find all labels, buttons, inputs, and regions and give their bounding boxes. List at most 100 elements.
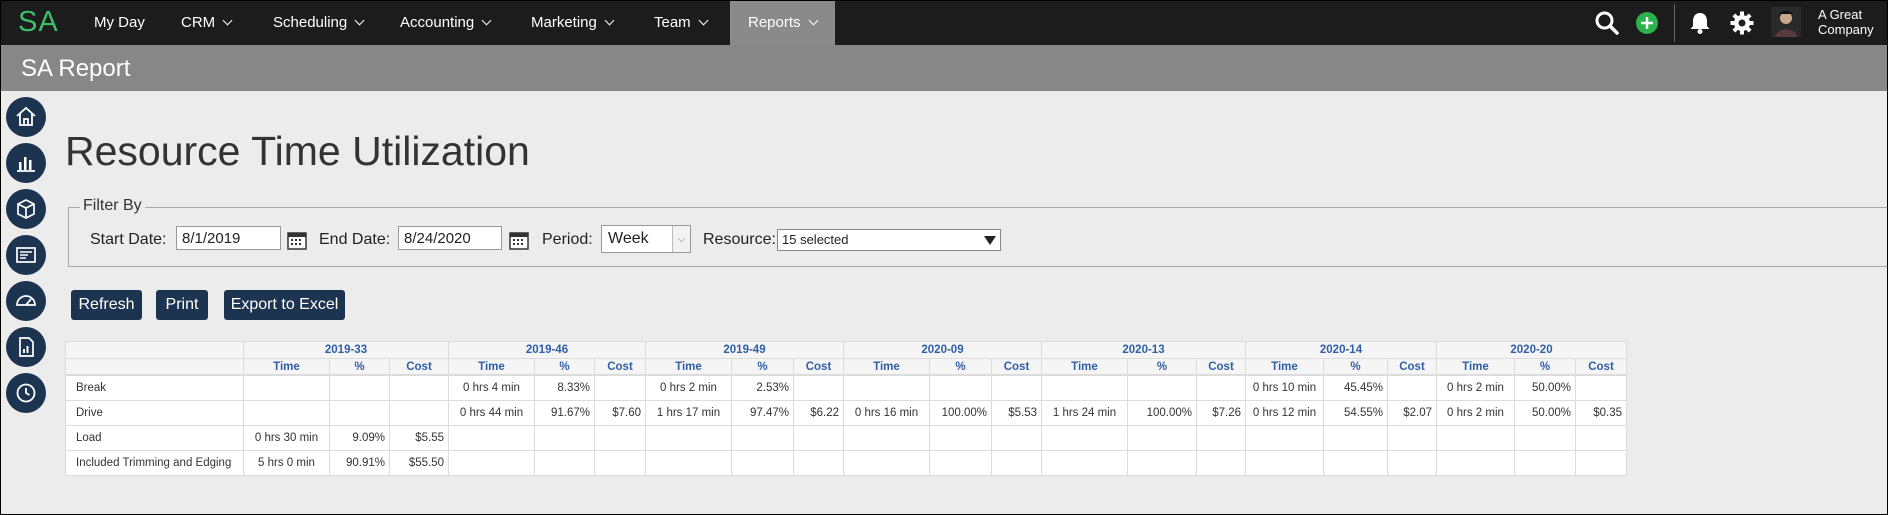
- column-header-cost: Cost: [1387, 358, 1437, 376]
- cost-cell: $55.50: [389, 450, 449, 476]
- period-header: 2019-46: [448, 341, 646, 359]
- nav-divider: [1674, 4, 1675, 42]
- nav-label: Marketing: [531, 14, 597, 31]
- rail-dashboard[interactable]: [6, 281, 46, 321]
- start-date-input[interactable]: [176, 226, 281, 250]
- utilization-table: 2019-33 2019-46 2019-49 2020-09 2020-13 …: [65, 341, 1627, 476]
- company-name[interactable]: A Great Company: [1818, 7, 1874, 37]
- nav-label: My Day: [94, 14, 145, 31]
- export-excel-button[interactable]: Export to Excel: [224, 290, 345, 320]
- time-cell: 0 hrs 4 min: [448, 374, 535, 401]
- chevron-down-icon: [808, 15, 818, 26]
- nav-label: Scheduling: [273, 14, 348, 31]
- cost-cell: $5.53: [991, 400, 1042, 426]
- end-date-input[interactable]: [398, 226, 502, 250]
- pct-cell: [1323, 425, 1388, 451]
- time-cell: 1 hrs 17 min: [645, 400, 732, 426]
- report-header-bar: [0, 45, 1888, 91]
- column-header-cost: Cost: [389, 358, 449, 376]
- home-icon: [16, 106, 36, 126]
- pct-cell: [1127, 425, 1197, 451]
- nav-marketing[interactable]: Marketing: [531, 0, 615, 45]
- calendar-icon[interactable]: [287, 230, 307, 250]
- rail-time[interactable]: [6, 373, 46, 413]
- cost-cell: [1196, 425, 1246, 451]
- time-cell: [843, 425, 930, 451]
- time-cell: [645, 425, 732, 451]
- column-header-pct: %: [929, 358, 992, 376]
- time-cell: 0 hrs 12 min: [1245, 400, 1324, 426]
- rail-inventory[interactable]: [6, 189, 46, 229]
- period-header: 2020-20: [1436, 341, 1627, 359]
- time-cell: 0 hrs 2 min: [1436, 374, 1515, 401]
- period-select[interactable]: Week ⌵: [601, 225, 691, 253]
- chevron-down-icon: [604, 15, 615, 26]
- period-header: 2020-09: [843, 341, 1042, 359]
- period-header-row: 2019-33 2019-46 2019-49 2020-09 2020-13 …: [65, 341, 1627, 359]
- nav-team[interactable]: Team: [654, 0, 709, 45]
- app-logo[interactable]: SA: [18, 6, 59, 39]
- company-line: Company: [1818, 22, 1874, 37]
- pct-cell: [534, 450, 595, 476]
- gear-icon[interactable]: [1729, 10, 1755, 36]
- nav-label: Team: [654, 14, 691, 31]
- cost-cell: $2.07: [1387, 400, 1437, 426]
- chevron-down-icon: [222, 15, 233, 26]
- period-header: 2019-49: [645, 341, 844, 359]
- column-header-cost: Cost: [793, 358, 844, 376]
- pct-cell: [731, 450, 794, 476]
- rail-home[interactable]: [6, 97, 46, 137]
- time-cell: 0 hrs 10 min: [1245, 374, 1324, 401]
- nav-reports[interactable]: Reports: [730, 0, 835, 45]
- time-cell: [843, 450, 930, 476]
- column-header-cost: Cost: [991, 358, 1042, 376]
- pct-cell: 8.33%: [534, 374, 595, 401]
- pct-cell: 2.53%: [731, 374, 794, 401]
- column-header-cost: Cost: [1196, 358, 1246, 376]
- column-header-pct: %: [1127, 358, 1197, 376]
- rail-documents[interactable]: [6, 327, 46, 367]
- top-nav: SA My Day CRM Scheduling Accounting Mark…: [0, 0, 1888, 45]
- chevron-down-icon: [481, 15, 492, 26]
- search-icon[interactable]: [1594, 10, 1620, 36]
- column-header-time: Time: [645, 358, 732, 376]
- time-cell: [1041, 374, 1128, 401]
- pct-cell: [1127, 374, 1197, 401]
- add-icon[interactable]: [1634, 10, 1660, 36]
- time-cell: 0 hrs 30 min: [243, 425, 330, 451]
- refresh-button[interactable]: Refresh: [71, 290, 142, 320]
- cost-cell: [793, 425, 844, 451]
- avatar[interactable]: [1771, 7, 1801, 37]
- nav-my-day[interactable]: My Day: [94, 0, 145, 45]
- time-cell: [645, 450, 732, 476]
- pct-cell: 50.00%: [1514, 400, 1576, 426]
- row-label: Load: [65, 425, 244, 451]
- nav-label: CRM: [181, 14, 216, 31]
- cost-cell: [1387, 374, 1437, 401]
- time-cell: [1436, 425, 1515, 451]
- rail-invoices[interactable]: [6, 235, 46, 275]
- table-row: Break 0 hrs 4 min 8.33% 0 hrs 2 min 2.53% 0 h…: [65, 374, 1627, 401]
- bell-icon[interactable]: [1687, 10, 1713, 36]
- calendar-icon[interactable]: [509, 230, 529, 250]
- cost-cell: [1387, 425, 1437, 451]
- time-cell: [1245, 450, 1324, 476]
- nav-label: Accounting: [400, 14, 475, 31]
- table-row: Load 0 hrs 30 min 9.09% $5.55: [65, 425, 1627, 451]
- nav-crm[interactable]: CRM: [181, 0, 233, 45]
- cost-cell: $0.35: [1575, 400, 1627, 426]
- pct-cell: [1127, 450, 1197, 476]
- time-cell: 0 hrs 2 min: [1436, 400, 1515, 426]
- report-icon: [19, 337, 34, 357]
- rail-reports[interactable]: [6, 143, 46, 183]
- pct-cell: [1323, 450, 1388, 476]
- table-row: Included Trimming and Edging 5 hrs 0 min 9…: [65, 450, 1627, 476]
- nav-scheduling[interactable]: Scheduling: [273, 0, 365, 45]
- column-header-pct: %: [731, 358, 794, 376]
- nav-accounting[interactable]: Accounting: [400, 0, 492, 45]
- pct-cell: 97.47%: [731, 400, 794, 426]
- print-button[interactable]: Print: [156, 290, 208, 320]
- start-date-label: Start Date:: [90, 231, 167, 248]
- pct-cell: [329, 374, 390, 401]
- resource-select[interactable]: 15 selected: [777, 229, 1001, 251]
